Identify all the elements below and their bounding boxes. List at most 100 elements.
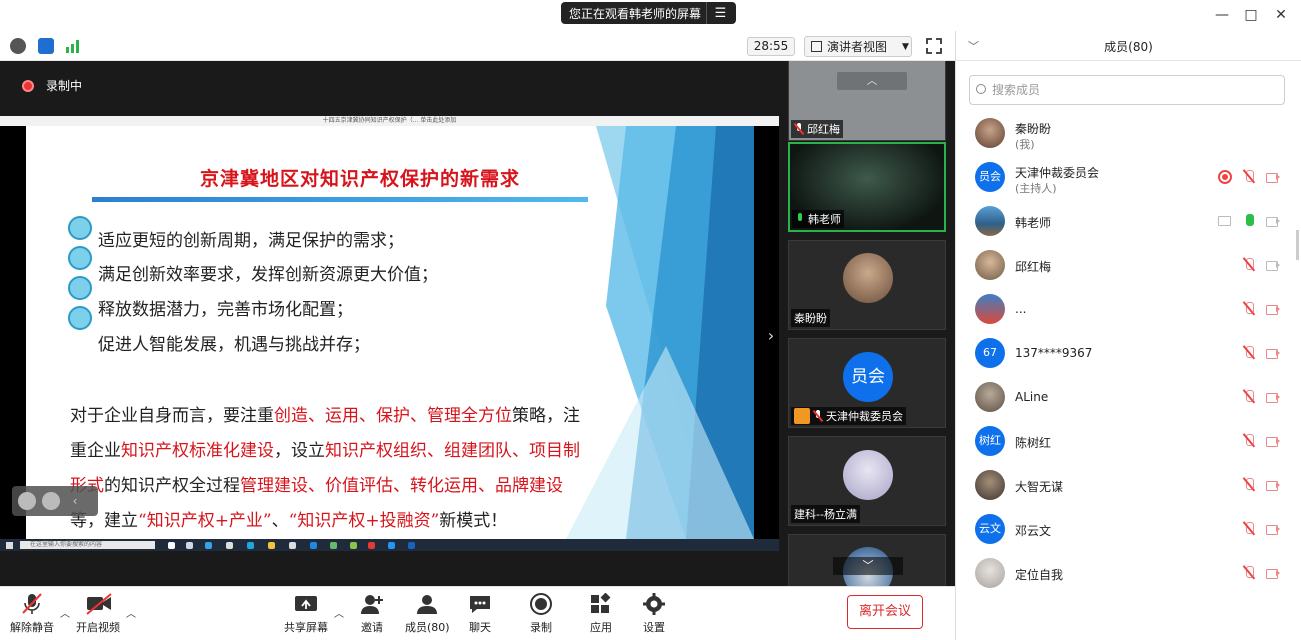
shared-screen[interactable]: 十四五京津冀协同知识产权保护（... 单击此处添加 京津冀地区对知识产权保护的新… [0, 116, 779, 551]
close-button[interactable]: ✕ [1272, 6, 1290, 24]
record-button[interactable]: 录制 [529, 593, 553, 635]
participant-row[interactable]: 大智无谋 [956, 465, 1296, 505]
explorer-icon [268, 542, 275, 549]
mic-muted-icon[interactable] [1242, 566, 1256, 580]
participant-row[interactable]: 67 137****9367 [956, 333, 1296, 373]
speaker-view-button[interactable]: 演讲者视图 ▼ [804, 36, 912, 57]
info-icon[interactable] [10, 38, 26, 54]
mic-muted-icon[interactable] [1242, 302, 1256, 316]
camera-off-icon [1266, 346, 1280, 360]
unmute-button[interactable]: 解除静音 [10, 593, 54, 635]
participant-row[interactable]: ALine [956, 377, 1296, 417]
signal-icon[interactable] [66, 39, 82, 53]
taskbar-app-icon [205, 542, 212, 549]
recording-icon [1218, 170, 1232, 184]
participant-tile[interactable]: 秦盼盼 [788, 240, 946, 330]
share-screen-button[interactable]: 共享屏幕 [284, 593, 328, 635]
chevron-up-icon[interactable]: ︿ [126, 605, 136, 620]
gallery-toggle-icon[interactable]: › [763, 323, 779, 349]
chevron-up-icon[interactable]: ︿ [837, 72, 907, 90]
search-icon [976, 84, 986, 94]
chat-icon[interactable] [42, 492, 60, 510]
participant-row[interactable]: 邱红梅 [956, 245, 1296, 285]
mic-muted-icon[interactable] [1242, 346, 1256, 360]
participant-row[interactable]: 韩老师 [956, 201, 1296, 241]
avatar: 云文 [975, 514, 1005, 544]
settings-button[interactable]: 设置 [642, 593, 666, 635]
fullscreen-icon[interactable] [925, 37, 943, 55]
slide-paragraph-line: 等，建立“知识产权+产业”、“知识产权+投融资”新模式！ [70, 511, 508, 531]
camera-off-icon [1266, 434, 1280, 448]
taskview-icon [168, 542, 175, 549]
slide-paragraph-line: 形式的知识产权全过程管理建设、价值评估、转化运用、品牌建设 [70, 476, 563, 496]
avatar: 员会 [843, 352, 893, 402]
meeting-timer: 28:55 [747, 37, 795, 56]
leave-meeting-button[interactable]: 离开会议 [847, 595, 923, 629]
avatar [843, 253, 893, 303]
mic-muted-icon[interactable] [1242, 170, 1256, 184]
record-icon [529, 593, 553, 615]
record-dot-icon [22, 79, 34, 92]
host-icon [794, 408, 810, 424]
chevron-up-icon[interactable]: ︿ [60, 605, 70, 620]
minimize-button[interactable]: — [1213, 6, 1231, 24]
windows-start-icon [6, 542, 13, 549]
avatar [975, 118, 1005, 148]
chevron-down-icon[interactable]: ﹀ [833, 557, 903, 575]
avatar [975, 206, 1005, 236]
participant-row[interactable]: 定位自我 [956, 553, 1296, 593]
chevron-up-icon[interactable]: ︿ [334, 605, 344, 620]
shared-window-titlebar: 十四五京津冀协同知识产权保护（... 单击此处添加 [0, 116, 779, 126]
participant-row[interactable]: 秦盼盼 (我) [956, 113, 1296, 153]
taskbar-app-icon [408, 542, 415, 549]
apps-button[interactable]: 应用 [589, 592, 613, 635]
emoji-icon[interactable] [18, 492, 36, 510]
participant-tile[interactable]: ﹀ [788, 534, 946, 586]
store-icon [289, 542, 296, 549]
search-input[interactable]: 搜索成员 [969, 75, 1285, 105]
participant-tile[interactable]: 建科--杨立满 [788, 436, 946, 526]
mic-icon[interactable] [1242, 214, 1256, 228]
chat-button[interactable]: 聊天 [468, 593, 492, 635]
layout-icon [811, 41, 822, 52]
share-banner-text: 您正在观看韩老师的屏幕 [569, 6, 702, 21]
mic-muted-icon[interactable] [1242, 390, 1256, 404]
participant-row[interactable]: 树红 陈树红 [956, 421, 1296, 461]
participants-icon [415, 593, 439, 615]
tile-name-tag: 邱红梅 [791, 120, 843, 138]
scrollbar[interactable] [1296, 230, 1299, 260]
taskbar-app-icon [226, 542, 233, 549]
camera-off-icon [1266, 566, 1280, 580]
mic-muted-icon[interactable] [1242, 434, 1256, 448]
bullet-circle-icon [68, 216, 92, 240]
participant-row[interactable]: 员会 天津仲裁委员会 (主持人) [956, 157, 1296, 197]
slide-title: 京津冀地区对知识产权保护的新需求 [200, 168, 521, 190]
maximize-button[interactable]: □ [1242, 6, 1260, 24]
hamburger-icon[interactable]: ☰ [706, 2, 734, 24]
participant-row[interactable]: ... [956, 289, 1296, 329]
shield-icon[interactable] [38, 38, 54, 54]
participant-row[interactable]: 云文 邓云文 [956, 509, 1296, 549]
floating-controls[interactable]: ‹ [12, 486, 98, 516]
apps-icon [589, 592, 613, 615]
mic-muted-icon[interactable] [1242, 478, 1256, 492]
avatar: 67 [975, 338, 1005, 368]
camera-off-icon [1266, 390, 1280, 404]
slide-bullet: 释放数据潜力，完善市场化配置； [98, 300, 353, 320]
participant-tile-active[interactable]: 韩老师 [788, 142, 946, 232]
recording-indicator: 录制中 [22, 77, 82, 94]
start-video-button[interactable]: 开启视频 [76, 593, 120, 635]
participants-button[interactable]: 成员(80) [405, 593, 450, 635]
avatar [975, 250, 1005, 280]
participant-tile[interactable]: 员会 天津仲裁委员会 [788, 338, 946, 428]
mic-muted-icon[interactable] [1242, 258, 1256, 272]
participant-tile[interactable]: ︿ 邱红梅 [788, 61, 946, 141]
camera-icon [1266, 214, 1280, 228]
viewing-share-banner[interactable]: 您正在观看韩老师的屏幕 ☰ [561, 2, 736, 24]
mic-muted-icon[interactable] [1242, 522, 1256, 536]
chevron-down-icon: ▼ [902, 41, 909, 52]
collapse-icon[interactable]: ‹ [66, 492, 84, 510]
windows-taskbar: 在这里输入你要搜索的内容 [0, 539, 779, 551]
slide-paragraph-line: 重企业知识产权标准化建设，设立知识产权组织、组建团队、项目制 [70, 441, 580, 461]
invite-button[interactable]: 邀请 [360, 593, 384, 635]
